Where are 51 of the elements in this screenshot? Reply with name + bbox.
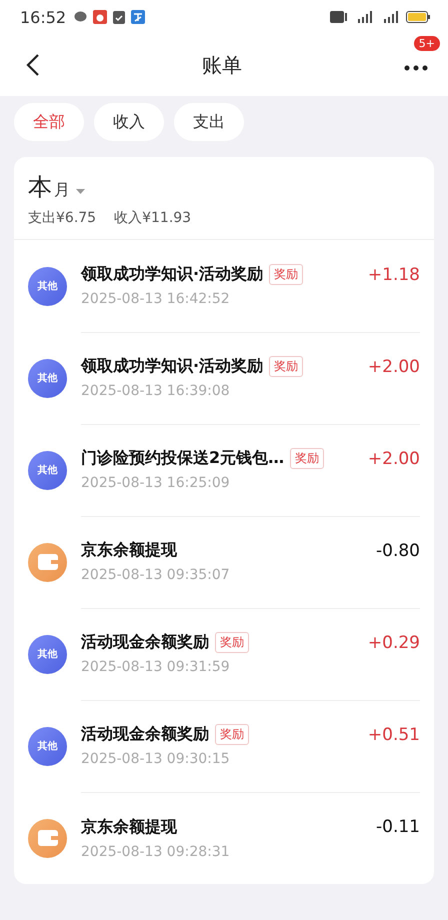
- record-date: 2025-08-13 09:35:07: [81, 567, 231, 583]
- notification-badge: 5+: [414, 36, 440, 50]
- record-title: 活动现金余额奖励: [81, 724, 209, 745]
- period-label[interactable]: 本: [28, 171, 52, 203]
- expense-amount: -0.11: [376, 817, 420, 837]
- reward-tag: 奖励: [290, 448, 324, 469]
- clipboard-icon: [113, 10, 126, 24]
- record-date: 2025-08-13 09:31:59: [81, 659, 231, 675]
- expense-total: 支出¥6.75: [28, 209, 96, 227]
- expense-amount: -0.80: [376, 540, 420, 560]
- more-icon[interactable]: [404, 64, 428, 70]
- record-date: 2025-08-13 16:42:52: [81, 291, 231, 307]
- battery-icon: [406, 11, 430, 23]
- period-unit[interactable]: 月: [54, 180, 70, 201]
- reward-tag: 奖励: [215, 632, 249, 653]
- income-total: 收入¥11.93: [114, 209, 192, 227]
- record-date: 2025-08-13 16:25:09: [81, 475, 231, 491]
- record-date: 2025-08-13 16:39:08: [81, 383, 231, 399]
- app-icon: [131, 10, 146, 24]
- reward-tag: 奖励: [269, 356, 304, 377]
- record-date: 2025-08-13 09:28:31: [81, 844, 231, 860]
- record-title: 领取成功学知识·活动奖励: [81, 264, 264, 285]
- wallet-avatar-icon: [28, 818, 67, 858]
- app-icon: [93, 10, 108, 24]
- category-avatar: 其他: [28, 634, 67, 674]
- income-amount: +2.00: [368, 448, 420, 468]
- record-title: 京东余额提现: [81, 540, 177, 561]
- page-title: 账单: [202, 52, 242, 78]
- record-title: 京东余额提现: [81, 816, 177, 838]
- reward-tag: 奖励: [269, 264, 304, 285]
- back-icon[interactable]: [26, 53, 40, 77]
- dropdown-icon[interactable]: [76, 189, 85, 195]
- record-title: 领取成功学知识·活动奖励: [81, 356, 264, 377]
- category-avatar: 其他: [28, 358, 67, 398]
- chat-icon: [74, 11, 88, 23]
- record-title: 活动现金余额奖励: [81, 632, 209, 653]
- filter-chip[interactable]: 支出: [174, 103, 244, 141]
- wallet-avatar-icon: [28, 542, 67, 582]
- income-amount: +0.51: [368, 724, 420, 744]
- reward-tag: 奖励: [215, 724, 249, 745]
- filter-chip[interactable]: 收入: [94, 103, 164, 141]
- category-avatar: 其他: [28, 726, 67, 766]
- category-avatar: 其他: [28, 266, 67, 306]
- income-amount: +1.18: [368, 264, 420, 284]
- filter-chip[interactable]: 全部: [14, 103, 84, 141]
- category-avatar: 其他: [28, 450, 67, 490]
- income-amount: +2.00: [368, 356, 420, 376]
- record-title: 门诊险预约投保送2元钱包…: [81, 448, 284, 469]
- record-date: 2025-08-13 09:30:15: [81, 751, 231, 767]
- income-amount: +0.29: [368, 632, 420, 652]
- status-time: 16:52: [20, 8, 66, 26]
